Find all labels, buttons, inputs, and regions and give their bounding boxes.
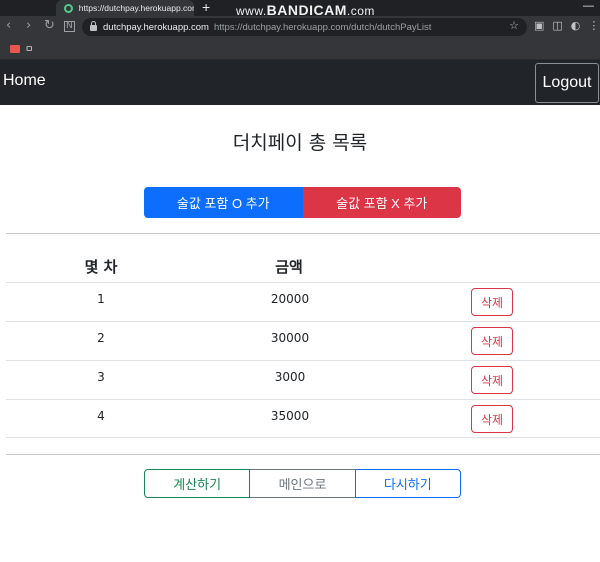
- round-cell: 4: [97, 409, 105, 423]
- calculate-button[interactable]: 계산하기: [144, 469, 251, 498]
- divider-bottom: [6, 454, 600, 455]
- round-cell: 2: [97, 331, 105, 345]
- delete-button[interactable]: 삭제: [471, 327, 513, 355]
- delete-button[interactable]: 삭제: [471, 288, 513, 316]
- add-without-alcohol-button[interactable]: 술값 포함 X 추가: [302, 187, 461, 218]
- forward-button[interactable]: ›: [26, 18, 31, 33]
- bookmark-label[interactable]: ㅁ: [25, 42, 33, 55]
- table-row: 3 3000 삭제: [6, 360, 600, 399]
- divider-top: [6, 233, 600, 234]
- column-header-round: 몇 차: [84, 258, 118, 276]
- window-controls[interactable]: —: [583, 0, 594, 12]
- round-cell: 3: [97, 370, 105, 384]
- tab-title: https://dutchpay.herokuapp.com: [78, 3, 194, 13]
- amount-cell: 20000: [270, 292, 310, 306]
- bookmarks-bar: ㅁ: [0, 38, 600, 60]
- folder-icon[interactable]: [10, 45, 20, 53]
- amount-cell: 35000: [270, 409, 310, 423]
- go-main-button[interactable]: 메인으로: [250, 469, 355, 498]
- amount-cell: 30000: [270, 331, 310, 345]
- delete-button[interactable]: 삭제: [471, 366, 513, 394]
- table-row: 1 20000 삭제: [6, 282, 600, 321]
- table-row: 2 30000 삭제: [6, 321, 600, 360]
- column-header-amount: 금액: [275, 258, 303, 276]
- favicon-icon: [64, 3, 73, 13]
- lock-icon: [90, 21, 97, 31]
- browser-tab-bar: https://dutchpay.herokuapp.com + www.BAN…: [0, 0, 600, 18]
- table-row: 4 35000 삭제: [6, 399, 600, 438]
- retry-button[interactable]: 다시하기: [354, 469, 461, 498]
- delete-button[interactable]: 삭제: [471, 405, 513, 433]
- home-link[interactable]: Home: [3, 72, 46, 90]
- bookmark-star-icon[interactable]: ☆: [509, 19, 519, 32]
- action-button-group: 계산하기 메인으로 다시하기: [144, 469, 461, 498]
- add-with-alcohol-button[interactable]: 술값 포함 O 추가: [144, 187, 303, 218]
- url-host: dutchpay.herokuapp.com: [103, 21, 209, 33]
- browser-tab[interactable]: https://dutchpay.herokuapp.com: [56, 0, 194, 16]
- extension-icon[interactable]: N: [64, 21, 75, 32]
- url-full: https://dutchpay.herokuapp.com/dutch/dut…: [213, 21, 432, 33]
- browser-extension-icons[interactable]: ▣◫◐⋮: [534, 19, 600, 32]
- logout-button[interactable]: Logout: [535, 63, 599, 103]
- round-cell: 1: [97, 292, 105, 306]
- reload-button[interactable]: ↻: [44, 18, 55, 33]
- back-button[interactable]: ‹: [6, 18, 11, 33]
- amount-cell: 3000: [274, 370, 306, 384]
- browser-toolbar: ‹ › ↻ N dutchpay.herokuapp.com https://d…: [0, 16, 600, 38]
- add-button-group: 술값 포함 O 추가 술값 포함 X 추가: [144, 187, 461, 218]
- app-navbar: Home Logout: [0, 60, 600, 105]
- new-tab-button[interactable]: +: [202, 0, 210, 15]
- address-bar[interactable]: dutchpay.herokuapp.com https://dutchpay.…: [82, 18, 527, 36]
- page-title: 더치페이 총 목록: [232, 132, 368, 154]
